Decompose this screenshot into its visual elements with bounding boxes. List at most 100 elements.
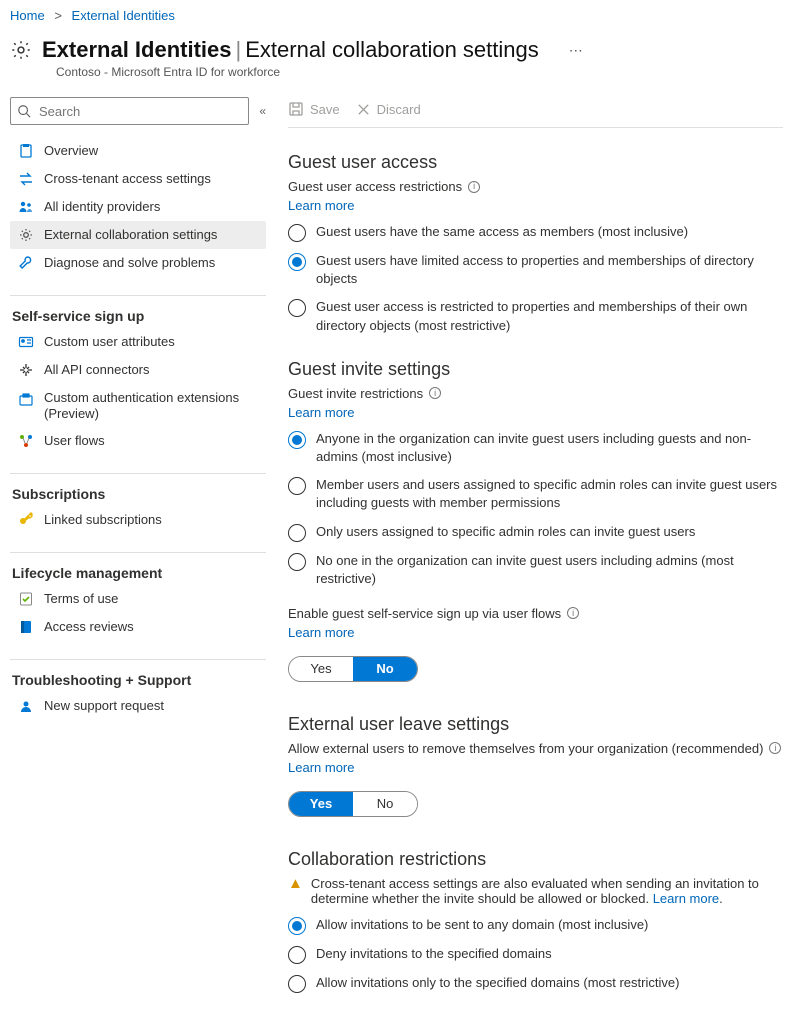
section-troubleshoot: Troubleshooting + Support <box>10 659 266 688</box>
section-lifecycle: Lifecycle management <box>10 552 266 581</box>
nav-external-collab[interactable]: External collaboration settings <box>10 221 266 249</box>
radio-label: Only users assigned to specific admin ro… <box>316 523 695 541</box>
guest-invite-option-3[interactable]: No one in the organization can invite gu… <box>288 552 783 588</box>
breadcrumb-home[interactable]: Home <box>10 8 45 23</box>
nav-api-connectors[interactable]: All API connectors <box>10 356 266 384</box>
support-icon <box>18 698 34 714</box>
radio-icon[interactable] <box>288 524 306 542</box>
nav-diagnose[interactable]: Diagnose and solve problems <box>10 249 266 277</box>
guest-access-option-2[interactable]: Guest user access is restricted to prope… <box>288 298 783 334</box>
learn-more-collab-warning[interactable]: Learn more <box>653 891 719 906</box>
key-icon <box>18 512 34 528</box>
nav-custom-auth-ext[interactable]: Custom authentication extensions (Previe… <box>10 384 266 427</box>
save-button[interactable]: Save <box>288 101 340 117</box>
learn-more-guest-access[interactable]: Learn more <box>288 198 783 213</box>
warning-message: ▲ Cross-tenant access settings are also … <box>288 876 783 906</box>
chevron-right-icon: > <box>48 8 68 23</box>
discard-button[interactable]: Discard <box>356 102 421 117</box>
wrench-icon <box>18 255 34 271</box>
nav-new-support[interactable]: New support request <box>10 692 266 720</box>
toggle-no[interactable]: No <box>353 792 417 816</box>
search-box[interactable] <box>10 97 249 125</box>
more-actions-button[interactable]: ⋯ <box>549 42 584 59</box>
toolbar: Save Discard <box>288 97 783 128</box>
radio-icon[interactable] <box>288 224 306 242</box>
section-guest-invite-title: Guest invite settings <box>288 359 783 380</box>
guest-invite-option-0[interactable]: Anyone in the organization can invite gu… <box>288 430 783 466</box>
collab-restrict-option-2[interactable]: Allow invitations only to the specified … <box>288 974 783 993</box>
gear-icon <box>18 227 34 243</box>
info-icon[interactable]: i <box>429 387 441 399</box>
radio-icon[interactable] <box>288 917 306 935</box>
radio-label: Guest users have the same access as memb… <box>316 223 688 241</box>
radio-icon[interactable] <box>288 975 306 993</box>
self-service-label: Enable guest self-service sign up via us… <box>288 606 783 621</box>
info-icon[interactable]: i <box>769 742 781 754</box>
page-title: External Identities|External collaborati… <box>42 37 539 63</box>
nav-access-reviews[interactable]: Access reviews <box>10 613 266 641</box>
nav-custom-attributes[interactable]: Custom user attributes <box>10 328 266 356</box>
radio-label: Anyone in the organization can invite gu… <box>316 430 783 466</box>
connector-icon <box>18 362 34 378</box>
learn-more-self-service[interactable]: Learn more <box>288 625 783 640</box>
learn-more-leave[interactable]: Learn more <box>288 760 783 775</box>
people-icon <box>18 199 34 215</box>
breadcrumb: Home > External Identities <box>10 8 783 31</box>
guest-access-label: Guest user access restrictions i <box>288 179 783 194</box>
guest-invite-option-2[interactable]: Only users assigned to specific admin ro… <box>288 523 783 542</box>
radio-icon[interactable] <box>288 431 306 449</box>
self-service-toggle[interactable]: Yes No <box>288 656 418 682</box>
book-icon <box>18 619 34 635</box>
nav-linked-subs[interactable]: Linked subscriptions <box>10 506 266 534</box>
radio-icon[interactable] <box>288 253 306 271</box>
id-card-icon <box>18 334 34 350</box>
radio-label: No one in the organization can invite gu… <box>316 552 783 588</box>
info-icon[interactable]: i <box>567 607 579 619</box>
page-subtitle: Contoso - Microsoft Entra ID for workfor… <box>56 65 783 79</box>
check-doc-icon <box>18 591 34 607</box>
gear-icon <box>10 39 32 61</box>
extension-icon <box>18 392 34 408</box>
guest-access-option-0[interactable]: Guest users have the same access as memb… <box>288 223 783 242</box>
radio-icon[interactable] <box>288 553 306 571</box>
flow-icon <box>18 433 34 449</box>
section-guest-access-title: Guest user access <box>288 152 783 173</box>
radio-label: Member users and users assigned to speci… <box>316 476 783 512</box>
radio-label: Allow invitations to be sent to any doma… <box>316 916 648 934</box>
guest-invite-option-1[interactable]: Member users and users assigned to speci… <box>288 476 783 512</box>
search-input[interactable] <box>37 103 242 120</box>
leave-label: Allow external users to remove themselve… <box>288 741 783 756</box>
page-title-row: External Identities|External collaborati… <box>10 37 783 63</box>
info-icon[interactable]: i <box>468 181 480 193</box>
radio-icon[interactable] <box>288 477 306 495</box>
toggle-yes[interactable]: Yes <box>289 792 353 816</box>
clipboard-icon <box>18 143 34 159</box>
learn-more-guest-invite[interactable]: Learn more <box>288 405 783 420</box>
leave-toggle[interactable]: Yes No <box>288 791 418 817</box>
nav-cross-tenant[interactable]: Cross-tenant access settings <box>10 165 266 193</box>
radio-label: Guest user access is restricted to prope… <box>316 298 783 334</box>
section-leave-title: External user leave settings <box>288 714 783 735</box>
section-subscriptions: Subscriptions <box>10 473 266 502</box>
swap-icon <box>18 171 34 187</box>
section-self-service: Self-service sign up <box>10 295 266 324</box>
radio-icon[interactable] <box>288 299 306 317</box>
search-icon <box>17 104 31 118</box>
radio-label: Guest users have limited access to prope… <box>316 252 783 288</box>
nav-identity-providers[interactable]: All identity providers <box>10 193 266 221</box>
warning-icon: ▲ <box>288 876 303 891</box>
sidebar: « Overview Cross-tenant access settings … <box>10 97 266 1003</box>
nav-user-flows[interactable]: User flows <box>10 427 266 455</box>
radio-icon[interactable] <box>288 946 306 964</box>
guest-access-option-1[interactable]: Guest users have limited access to prope… <box>288 252 783 288</box>
toggle-no[interactable]: No <box>353 657 417 681</box>
collapse-sidebar-button[interactable]: « <box>259 104 266 118</box>
nav-overview[interactable]: Overview <box>10 137 266 165</box>
breadcrumb-current[interactable]: External Identities <box>72 8 175 23</box>
main-content: Save Discard Guest user access Guest use… <box>266 97 783 1003</box>
collab-restrict-option-0[interactable]: Allow invitations to be sent to any doma… <box>288 916 783 935</box>
radio-label: Allow invitations only to the specified … <box>316 974 679 992</box>
nav-terms-of-use[interactable]: Terms of use <box>10 585 266 613</box>
collab-restrict-option-1[interactable]: Deny invitations to the specified domain… <box>288 945 783 964</box>
toggle-yes[interactable]: Yes <box>289 657 353 681</box>
